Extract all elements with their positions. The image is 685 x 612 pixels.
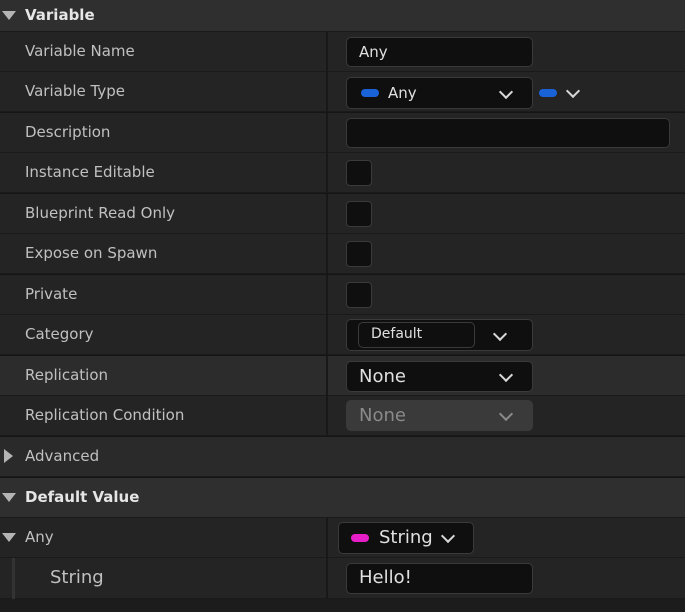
row-instance-editable: Instance Editable — [0, 153, 685, 193]
variable-type-value: Any — [388, 84, 417, 102]
collapse-arrow-icon[interactable] — [2, 493, 16, 502]
chevron-down-icon — [565, 83, 581, 99]
wildcard-type-value: String — [379, 527, 433, 548]
property-label: Blueprint Read Only — [25, 204, 176, 222]
variable-name-input[interactable]: Any — [346, 37, 533, 67]
property-label: Variable Name — [25, 42, 135, 60]
category-input[interactable]: Default — [358, 322, 475, 348]
column-divider[interactable] — [326, 315, 328, 355]
variable-type-dropdown[interactable]: Any — [346, 77, 533, 109]
panel-footer — [0, 599, 685, 612]
row-blueprint-read-only: Blueprint Read Only — [0, 194, 685, 234]
private-checkbox[interactable] — [346, 282, 372, 308]
pin-type-icon — [361, 89, 379, 97]
blueprint-read-only-checkbox[interactable] — [346, 201, 372, 227]
column-divider[interactable] — [326, 558, 328, 599]
column-divider[interactable] — [326, 153, 328, 193]
pin-type-icon — [539, 89, 557, 97]
wildcard-type-dropdown[interactable]: String — [338, 522, 474, 554]
details-panel: Variable Variable Name Any Variable Type… — [0, 0, 685, 612]
expose-on-spawn-checkbox[interactable] — [346, 241, 372, 267]
replication-condition-value: None — [359, 405, 406, 426]
chevron-down-icon — [498, 84, 514, 100]
indent-guide — [12, 558, 15, 599]
column-divider[interactable] — [326, 356, 328, 396]
section-title: Variable — [25, 6, 95, 24]
row-private: Private — [0, 275, 685, 315]
row-variable-name: Variable Name Any — [0, 32, 685, 72]
column-divider[interactable] — [326, 72, 328, 112]
section-advanced[interactable]: Advanced — [0, 437, 685, 477]
column-divider[interactable] — [326, 396, 328, 436]
section-default-value[interactable]: Default Value — [0, 478, 685, 518]
description-input[interactable] — [346, 118, 670, 148]
chevron-down-icon — [498, 367, 514, 383]
row-expose-on-spawn: Expose on Spawn — [0, 234, 685, 274]
category-combo[interactable]: Default — [346, 319, 533, 351]
column-divider[interactable] — [326, 234, 328, 274]
instance-editable-checkbox[interactable] — [346, 160, 372, 186]
chevron-down-icon[interactable] — [492, 326, 508, 342]
column-divider[interactable] — [326, 518, 328, 558]
row-default-any: Any String — [0, 518, 685, 558]
property-label: Private — [25, 285, 78, 303]
replication-value: None — [359, 366, 406, 387]
property-label: Instance Editable — [25, 163, 155, 181]
property-label: Any — [25, 528, 54, 546]
chevron-down-icon — [498, 406, 514, 422]
row-replication-condition: Replication Condition None — [0, 396, 685, 436]
collapse-arrow-icon[interactable] — [2, 533, 16, 542]
pin-type-icon — [351, 534, 369, 542]
replication-condition-dropdown: None — [346, 400, 533, 431]
column-divider[interactable] — [326, 113, 328, 153]
string-value-input[interactable]: Hello! — [346, 563, 533, 594]
column-divider[interactable] — [326, 194, 328, 234]
row-variable-type: Variable Type Any — [0, 72, 685, 112]
property-label: String — [50, 567, 104, 588]
property-label: Description — [25, 123, 111, 141]
property-label: Expose on Spawn — [25, 244, 158, 262]
section-title: Default Value — [25, 488, 140, 506]
row-description: Description — [0, 113, 685, 153]
property-label: Variable Type — [25, 82, 125, 100]
row-category: Category Default — [0, 315, 685, 355]
column-divider[interactable] — [326, 275, 328, 315]
property-label: Category — [25, 325, 94, 343]
property-label: Replication Condition — [25, 406, 185, 424]
collapse-arrow-icon[interactable] — [2, 11, 16, 20]
column-divider[interactable] — [326, 32, 328, 72]
row-replication: Replication None — [0, 356, 685, 396]
chevron-down-icon — [440, 528, 456, 544]
section-title: Advanced — [25, 447, 100, 465]
section-variable[interactable]: Variable — [0, 0, 685, 32]
row-default-string: String Hello! — [0, 558, 685, 599]
replication-dropdown[interactable]: None — [346, 361, 533, 392]
expand-arrow-icon[interactable] — [4, 449, 13, 463]
property-label: Replication — [25, 366, 109, 384]
container-type-dropdown[interactable] — [537, 80, 583, 106]
